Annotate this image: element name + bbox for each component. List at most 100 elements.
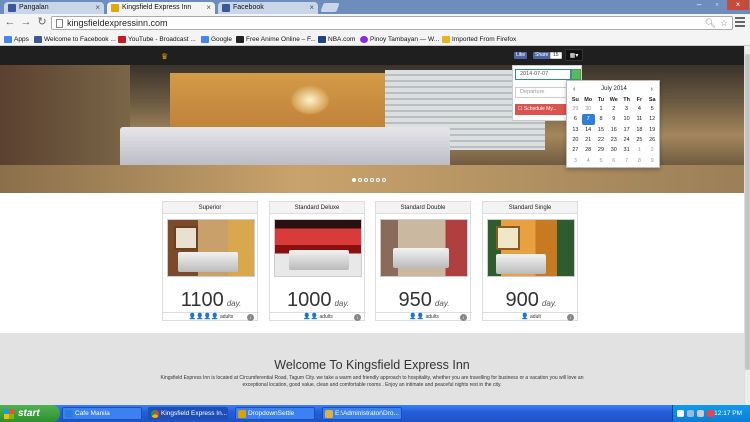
calendar-day[interactable]: 2 [646,145,659,155]
calendar-day[interactable]: 9 [607,114,620,124]
task-chrome[interactable]: Kingsfield Express In... [148,407,228,420]
calendar-day[interactable]: 14 [582,125,595,135]
bookmark-folder[interactable]: Imported From Firefox [442,34,516,45]
calendar-day[interactable]: 11 [633,114,646,124]
calendar-day[interactable]: 9 [646,155,659,165]
calendar-day[interactable]: 8 [595,114,608,124]
calendar-toggle-button[interactable]: ▦▾ [565,49,583,61]
calendar-day[interactable]: 22 [595,135,608,145]
address-bar[interactable]: kingsfieldexpressinn.com 🔍︎ ☆ [51,16,733,30]
back-button[interactable]: ← [3,16,17,30]
room-card-standard-double[interactable]: Standard Double 950 day. 👤👤 adults i [375,201,472,321]
calendar-day[interactable]: 16 [607,125,620,135]
bookmark-anime[interactable]: Free Anime Online – F... [236,34,316,45]
calendar-icon[interactable] [571,69,581,80]
calendar-day[interactable]: 15 [595,125,608,135]
calendar-day[interactable]: 6 [607,155,620,165]
calendar-day[interactable]: 5 [595,155,608,165]
bookmark-pinoy[interactable]: Pinoy Tambayan — W... [360,34,439,45]
calendar-day[interactable]: 4 [582,155,595,165]
slider-dot[interactable] [376,178,380,182]
volume-icon[interactable] [697,410,704,417]
calendar-day[interactable]: 21 [582,135,595,145]
tab-kingsfield[interactable]: Kingsfield Express Inn × [107,2,215,14]
info-icon[interactable]: i [247,314,254,321]
calendar-day[interactable]: 29 [595,145,608,155]
calendar-day[interactable]: 24 [620,135,633,145]
next-month-icon[interactable]: › [651,85,653,94]
slider-dot[interactable] [382,178,386,182]
slider-dot[interactable] [352,178,356,182]
calendar-day[interactable]: 5 [646,104,659,114]
room-photo[interactable] [167,219,255,277]
room-card-standard-deluxe[interactable]: Standard Deluxe 1000 day. 👤👤 adults i [269,201,366,321]
bookmark-google[interactable]: Google [201,34,232,45]
calendar-day[interactable]: 3 [620,104,633,114]
close-window-button[interactable]: × [727,0,749,10]
calendar-day[interactable]: 25 [633,135,646,145]
calendar-day[interactable]: 20 [569,135,582,145]
room-card-standard-single[interactable]: Standard Single 900 day. 👤 adult i [482,201,579,321]
minimize-button[interactable]: – [690,0,708,10]
calendar-day[interactable]: 2 [607,104,620,114]
calendar-day[interactable]: 23 [607,135,620,145]
room-photo[interactable] [380,219,468,277]
room-photo[interactable] [487,219,575,277]
security-icon[interactable] [707,410,714,417]
calendar-day[interactable]: 7 [620,155,633,165]
task-cafe-manila[interactable]: Cafe Manila [62,407,142,420]
fb-like-button[interactable]: Like [514,52,528,59]
menu-icon[interactable] [735,17,745,27]
close-icon[interactable]: × [206,2,211,14]
calendar-day[interactable]: 29 [569,104,582,114]
task-explorer[interactable]: E:\Administrator\Dro... [322,407,402,420]
star-icon[interactable]: ☆ [720,17,728,30]
calendar-day[interactable]: 1 [595,104,608,114]
calendar-day[interactable]: 31 [620,145,633,155]
room-photo[interactable] [274,219,362,277]
slider-dot[interactable] [364,178,368,182]
help-icon[interactable] [677,410,684,417]
calendar-day[interactable]: 26 [646,135,659,145]
scrollbar-thumb[interactable] [745,54,750,370]
calendar-day[interactable]: 27 [569,145,582,155]
calendar-day[interactable]: 13 [569,125,582,135]
calendar-day[interactable]: 7 [581,114,595,125]
forward-button[interactable]: → [19,16,33,30]
clock[interactable]: 12:17 PM [714,405,742,422]
search-icon[interactable]: 🔍︎ [705,17,716,30]
room-card-superior[interactable]: Superior 1100 day. 👤👤👤👤 adults i [162,201,259,321]
network-icon[interactable] [687,410,694,417]
new-tab-button[interactable] [320,3,340,12]
bookmark-youtube[interactable]: YouTube - Broadcast ... [118,34,196,45]
slider-dot[interactable] [370,178,374,182]
calendar-day[interactable]: 8 [633,155,646,165]
calendar-day[interactable]: 28 [582,145,595,155]
crown-logo-icon[interactable]: ♛ [161,52,168,61]
tab-pangalan[interactable]: Pangalan × [4,2,104,14]
info-icon[interactable]: i [354,314,361,321]
calendar-day[interactable]: 12 [646,114,659,124]
calendar-day[interactable]: 30 [607,145,620,155]
task-dropdownsettle[interactable]: DropdownSettle [235,407,315,420]
calendar-day[interactable]: 3 [569,155,582,165]
maximize-button[interactable]: ▫ [708,0,726,10]
info-icon[interactable]: i [567,314,574,321]
bookmark-facebook[interactable]: Welcome to Facebook ... [34,34,116,45]
calendar-day[interactable]: 6 [569,114,582,124]
calendar-day[interactable]: 19 [646,125,659,135]
close-icon[interactable]: × [95,2,100,14]
arrival-date-input[interactable]: 2014-07-07 [515,69,571,80]
info-icon[interactable]: i [460,314,467,321]
calendar-day[interactable]: 4 [633,104,646,114]
start-button[interactable]: start [0,405,60,422]
calendar-day[interactable]: 10 [620,114,633,124]
calendar-day[interactable]: 17 [620,125,633,135]
reload-button[interactable]: ↻ [35,16,49,30]
fb-share-button[interactable]: Share [533,52,551,59]
calendar-day[interactable]: 18 [633,125,646,135]
calendar-day[interactable]: 30 [582,104,595,114]
slider-dot[interactable] [358,178,362,182]
bookmark-apps[interactable]: Apps [4,34,29,45]
departure-date-input[interactable]: Departure [515,87,571,98]
